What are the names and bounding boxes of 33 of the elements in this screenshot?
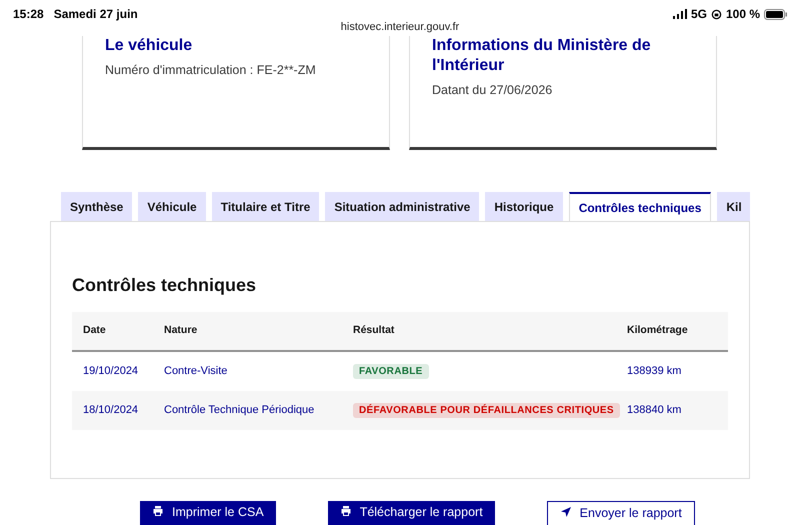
result-badge: FAVORABLE [353, 364, 429, 380]
column-header: Résultat [353, 324, 394, 336]
card-text: Numéro d'immatriculation : FE-2**-ZM [105, 62, 317, 79]
card-title: Le véhicule [105, 36, 194, 56]
column-header: Nature [164, 324, 198, 336]
tab[interactable]: Contrôles techniques [568, 192, 712, 221]
column-header: Kilométrage [627, 324, 688, 336]
table-cell: 138840 km [627, 404, 682, 416]
tab[interactable]: Titulaire et Titre [212, 192, 320, 221]
card-text: Datant du 27/06/2026 [432, 82, 554, 99]
rotation-lock-icon [710, 8, 722, 20]
action-button[interactable]: Envoyer le rapport [546, 501, 695, 525]
tab[interactable]: Historique [485, 192, 563, 221]
table-cell: 19/10/2024 [83, 365, 138, 378]
tab[interactable]: Synthèse [61, 192, 132, 221]
card-title: Informations du Ministère de l'Intérieur [432, 36, 652, 76]
table-cell: 138939 km [627, 365, 682, 378]
table-cell: Contrôle Technique Périodique [164, 404, 314, 416]
column-header: Date [83, 324, 106, 336]
tab[interactable]: Véhicule [138, 192, 206, 221]
printer-icon [152, 505, 164, 517]
section-title: Contrôles techniques [72, 274, 258, 297]
send-icon [560, 506, 572, 518]
battery-icon [764, 8, 788, 20]
result-badge: DÉFAVORABLE POUR DÉFAILLANCES CRITIQUES [353, 403, 620, 418]
action-button[interactable]: Imprimer le CSA [140, 501, 276, 525]
signal-icon [672, 9, 687, 19]
tab[interactable]: Kil [717, 192, 750, 221]
table-cell: Contre-Visite [164, 365, 228, 378]
action-button[interactable]: Télécharger le rapport [328, 501, 495, 525]
table-cell: 18/10/2024 [83, 404, 138, 416]
printer-icon [340, 505, 352, 517]
tab[interactable]: Situation administrative [325, 192, 480, 221]
